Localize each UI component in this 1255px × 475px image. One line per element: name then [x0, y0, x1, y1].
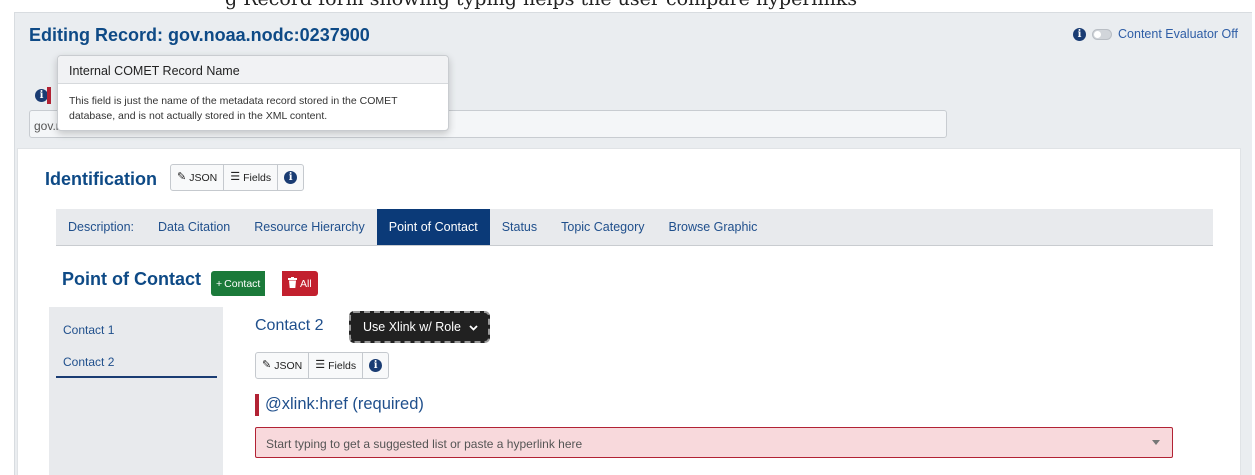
selected-indicator [56, 376, 217, 378]
use-xlink-label: Use Xlink w/ Role [363, 320, 461, 334]
pencil-icon: ✎ [262, 359, 272, 371]
info-icon[interactable]: i [1073, 27, 1087, 41]
content-evaluator-label: Content Evaluator Off [1118, 27, 1238, 41]
xlink-href-placeholder: Start typing to get a suggested list or … [266, 437, 583, 451]
identification-title: Identification [45, 169, 157, 189]
list-icon: ☰ [230, 171, 241, 183]
pencil-icon: ✎ [177, 171, 187, 183]
tooltip-body: This field is just the name of the metad… [69, 95, 398, 123]
trash-icon [288, 276, 297, 291]
tab-data-citation[interactable]: Data Citation [146, 209, 242, 245]
caret-down-icon[interactable] [1152, 440, 1160, 445]
xlink-href-label: @xlink:href (required) [265, 395, 424, 413]
identification-card: Identification ✎ JSON ☰ Fields i Descrip… [17, 148, 1241, 475]
contact-toolbar: ✎ JSON ☰ Fields i [255, 352, 390, 379]
editor-page: Editing Record: gov.noaa.nodc:0237900 i … [14, 12, 1252, 475]
add-contact-button[interactable]: + Contact [211, 271, 266, 296]
json-button[interactable]: ✎ JSON [255, 352, 310, 379]
json-label: JSON [274, 359, 303, 372]
xlink-href-input[interactable]: Start typing to get a suggested list or … [255, 427, 1173, 458]
tab-resource-hierarchy[interactable]: Resource Hierarchy [242, 209, 376, 245]
tab-point-of-contact[interactable]: Point of Contact [376, 209, 490, 245]
info-icon: i [369, 359, 383, 372]
fields-label: Fields [243, 171, 272, 184]
delete-all-button[interactable]: All [282, 271, 318, 296]
contact-title: Contact 2 [255, 317, 324, 334]
delete-all-label: All [300, 277, 312, 290]
json-label: JSON [189, 171, 218, 184]
contacts-sidebar: Contact 1 Contact 2 [49, 307, 223, 475]
info-button[interactable]: i [277, 164, 305, 191]
tooltip-title: Internal COMET Record Name [58, 56, 448, 84]
list-icon: ☰ [315, 359, 326, 371]
content-evaluator[interactable]: i Content Evaluator Off [1073, 27, 1238, 41]
chevron-down-icon [469, 320, 478, 334]
fields-label: Fields [328, 359, 357, 372]
fields-button[interactable]: ☰ Fields [308, 352, 364, 379]
sidebar-item-contact-1[interactable]: Contact 1 [63, 323, 114, 337]
tab-status[interactable]: Status [490, 209, 549, 245]
json-button[interactable]: ✎ JSON [170, 164, 225, 191]
required-indicator [255, 394, 259, 416]
identification-tabs: Description: Data Citation Resource Hier… [56, 209, 1213, 246]
sidebar-item-contact-2[interactable]: Contact 2 [63, 355, 114, 369]
identification-toolbar: ✎ JSON ☰ Fields i [170, 164, 305, 191]
required-indicator [47, 87, 51, 104]
add-contact-label: Contact [224, 277, 261, 290]
tab-browse-graphic[interactable]: Browse Graphic [657, 209, 770, 245]
plus-icon: + [216, 277, 223, 290]
fields-button[interactable]: ☰ Fields [223, 164, 279, 191]
tab-description[interactable]: Description: [56, 209, 146, 245]
figure-caption: g Record form showing typing helps the u… [225, 0, 857, 10]
page-title: Editing Record: gov.noaa.nodc:0237900 [29, 25, 370, 45]
info-button[interactable]: i [362, 352, 390, 379]
record-name-tooltip: Internal COMET Record Name This field is… [57, 55, 449, 131]
use-xlink-button[interactable]: Use Xlink w/ Role [349, 311, 490, 343]
toggle-icon[interactable] [1092, 28, 1113, 40]
info-icon: i [284, 171, 298, 184]
tab-topic-category[interactable]: Topic Category [549, 209, 656, 245]
point-of-contact-title: Point of Contact [62, 269, 201, 289]
